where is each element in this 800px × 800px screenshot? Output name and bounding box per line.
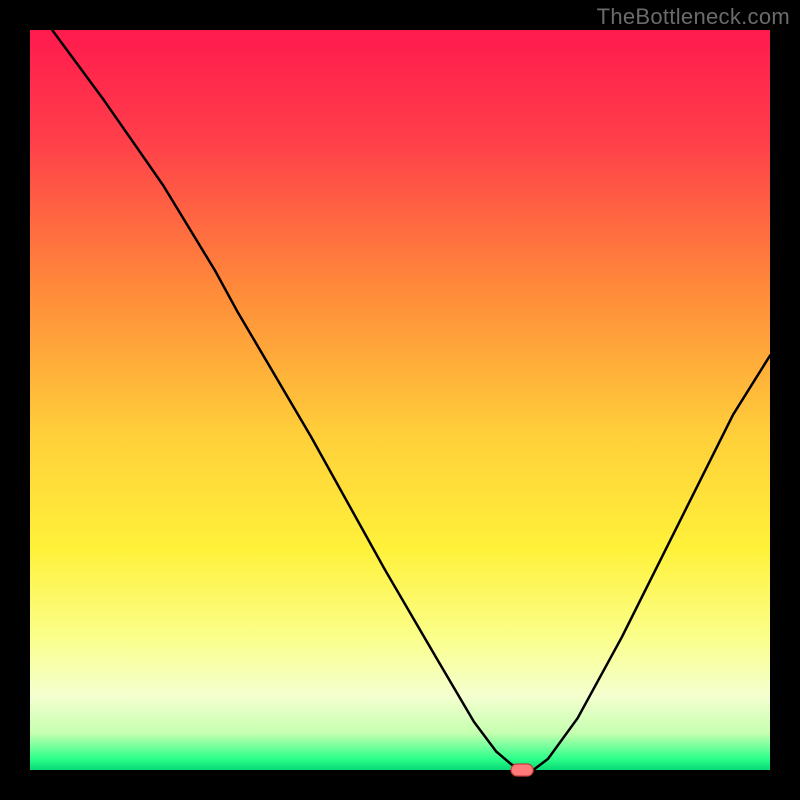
optimal-marker (511, 764, 533, 776)
watermark-text: TheBottleneck.com (597, 4, 790, 30)
chart-stage: TheBottleneck.com (0, 0, 800, 800)
plot-background (30, 30, 770, 770)
bottleneck-chart (0, 0, 800, 800)
